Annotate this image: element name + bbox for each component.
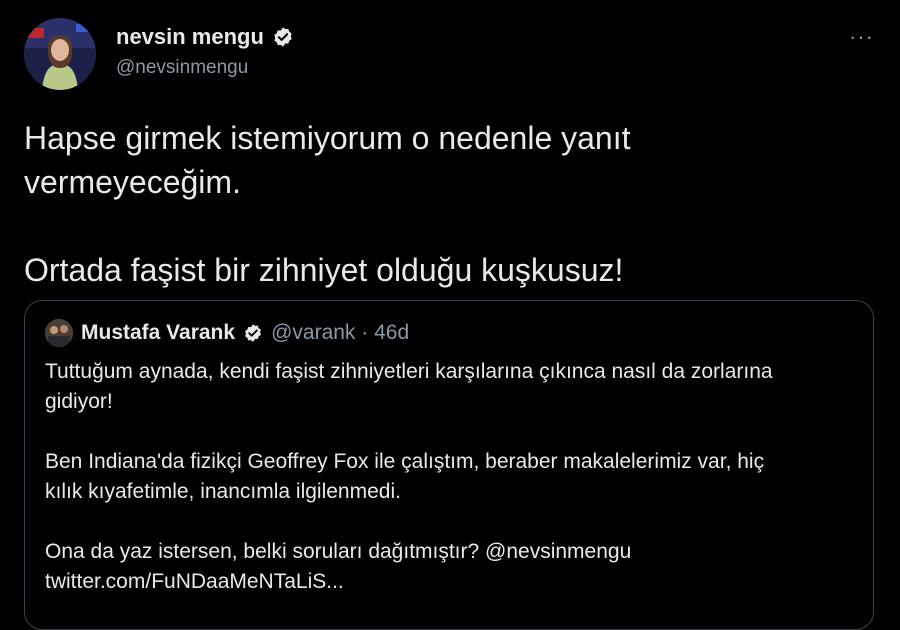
quoted-tweet-header: Mustafa Varank @varank · 46d: [45, 319, 409, 347]
quoted-tweet-line: Tuttuğum aynada, kendi faşist zihniyetle…: [45, 360, 773, 383]
quoted-tweet-line: Ben Indiana'da fizikçi Geoffrey Fox ile …: [45, 450, 765, 473]
more-options-icon[interactable]: ···: [849, 24, 874, 50]
tweet-text: Hapse girmek istemiyorum o nedenle yanıt…: [24, 116, 874, 292]
author-handle[interactable]: @nevsinmengu: [116, 57, 248, 79]
quoted-author-handle-time: @varank · 46d: [271, 321, 410, 344]
quoted-tweet-card[interactable]: Mustafa Varank @varank · 46d Tuttuğum ay…: [24, 300, 874, 630]
author-name-row: nevsin mengu: [116, 24, 294, 50]
quoted-author-name: Mustafa Varank: [81, 321, 236, 344]
tweet-line: vermeyeceğim.: [24, 164, 241, 200]
author-avatar[interactable]: [24, 18, 96, 90]
quoted-tweet-text: Tuttuğum aynada, kendi faşist zihniyetle…: [45, 357, 855, 597]
verified-badge-icon: [245, 324, 261, 342]
quoted-tweet-line: gidiyor!: [45, 390, 113, 413]
quoted-author-avatar: [45, 319, 73, 347]
quoted-tweet-link[interactable]: twitter.com/FuNDaaMeNTaLiS...: [45, 567, 855, 597]
avatar-photo: [24, 18, 96, 90]
tweet-line: Hapse girmek istemiyorum o nedenle yanıt: [24, 120, 631, 156]
quoted-avatar-photo: [45, 319, 73, 347]
quoted-tweet-line: Ona da yaz istersen, belki soruları dağı…: [45, 540, 632, 563]
quoted-tweet-line: kılık kıyafetimle, inancımla ilgilenmedi…: [45, 480, 401, 503]
author-display-name[interactable]: nevsin mengu: [116, 24, 264, 50]
tweet-line: Ortada faşist bir zihniyet olduğu kuşkus…: [24, 252, 624, 288]
verified-badge-icon: [274, 27, 292, 47]
